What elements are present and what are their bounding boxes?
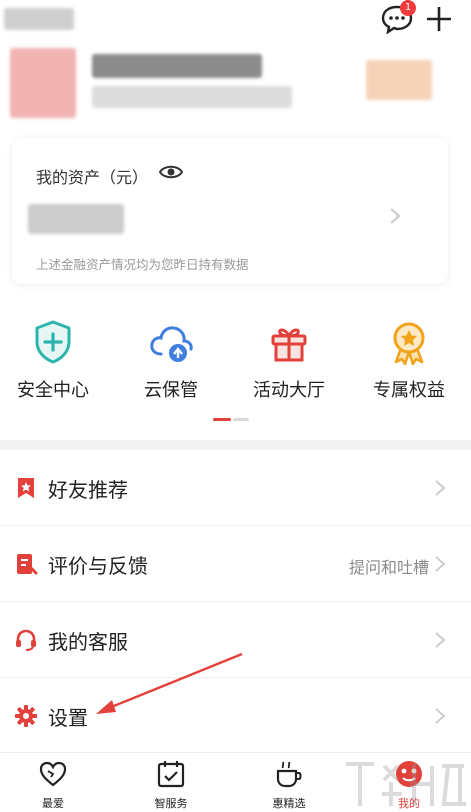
profile-section[interactable] — [0, 40, 471, 130]
blurred-account-info — [92, 86, 292, 108]
watermark-logo — [346, 762, 466, 806]
quick-label: 云保管 — [144, 380, 198, 401]
chevron-right-icon — [435, 556, 446, 572]
cloud-upload-icon — [150, 326, 193, 362]
asset-card[interactable]: 我的资产（元） 上述金融资产情况均为您昨日持有数据 — [12, 138, 448, 284]
quick-cloud-custody[interactable]: 云保管 — [112, 318, 230, 402]
blurred-asset-amount — [28, 204, 124, 234]
gear-icon — [15, 705, 37, 727]
quick-actions: 安全中心 云保管 活动大厅 专属权益 — [0, 318, 471, 428]
quick-activity-hall[interactable]: 活动大厅 — [230, 318, 348, 402]
annotation-arrow — [96, 652, 243, 714]
headset-icon — [16, 629, 36, 651]
gift-icon — [271, 328, 307, 362]
quick-label: 安全中心 — [17, 380, 89, 401]
coffee-cup-icon — [276, 761, 302, 788]
menu-label: 好友推荐 — [48, 478, 128, 502]
menu-extra: 提问和吐槽 — [348, 558, 429, 577]
calendar-check-icon — [157, 761, 185, 788]
section-divider — [0, 440, 471, 450]
shield-plus-icon — [35, 320, 71, 364]
quick-exclusive-benefits[interactable]: 专属权益 — [350, 318, 468, 402]
menu-item-friend-recommend[interactable]: 好友推荐 — [0, 450, 471, 526]
page-dot — [233, 418, 249, 421]
chevron-right-icon — [435, 708, 446, 724]
blurred-username — [92, 54, 262, 78]
avatar[interactable] — [10, 48, 76, 118]
tab-smart-service[interactable]: 智服务 — [112, 759, 230, 811]
asset-title: 我的资产（元） — [36, 168, 149, 187]
feedback-icon — [17, 554, 38, 575]
menu-item-feedback[interactable]: 评价与反馈 提问和吐槽 — [0, 526, 471, 602]
chevron-right-icon[interactable] — [388, 206, 402, 226]
quick-label: 活动大厅 — [253, 380, 325, 401]
quick-label: 专属权益 — [373, 380, 445, 401]
asset-note: 上述金融资产情况均为您昨日持有数据 — [36, 257, 249, 272]
blurred-member-badge[interactable] — [366, 60, 432, 100]
page-indicator — [213, 418, 249, 421]
tab-deals[interactable]: 惠精选 — [230, 759, 348, 811]
tab-label: 惠精选 — [272, 797, 306, 810]
add-icon[interactable] — [424, 4, 454, 34]
tab-favorites[interactable]: 最爱 — [0, 759, 112, 811]
tab-label: 最爱 — [42, 797, 64, 810]
chevron-right-icon — [435, 632, 446, 648]
medal-icon — [393, 322, 425, 366]
top-bar: 1 — [0, 0, 471, 40]
page-dot-active — [213, 418, 231, 421]
menu-label: 设置 — [48, 706, 88, 730]
blurred-title — [4, 8, 74, 30]
chevron-right-icon — [435, 480, 446, 496]
menu-label: 评价与反馈 — [48, 554, 148, 578]
message-badge: 1 — [400, 0, 416, 16]
quick-security-center[interactable]: 安全中心 — [0, 318, 112, 402]
bookmark-star-icon — [18, 478, 34, 498]
tab-label: 智服务 — [154, 797, 188, 810]
heart-icon — [39, 761, 67, 787]
eye-icon[interactable] — [158, 162, 184, 182]
